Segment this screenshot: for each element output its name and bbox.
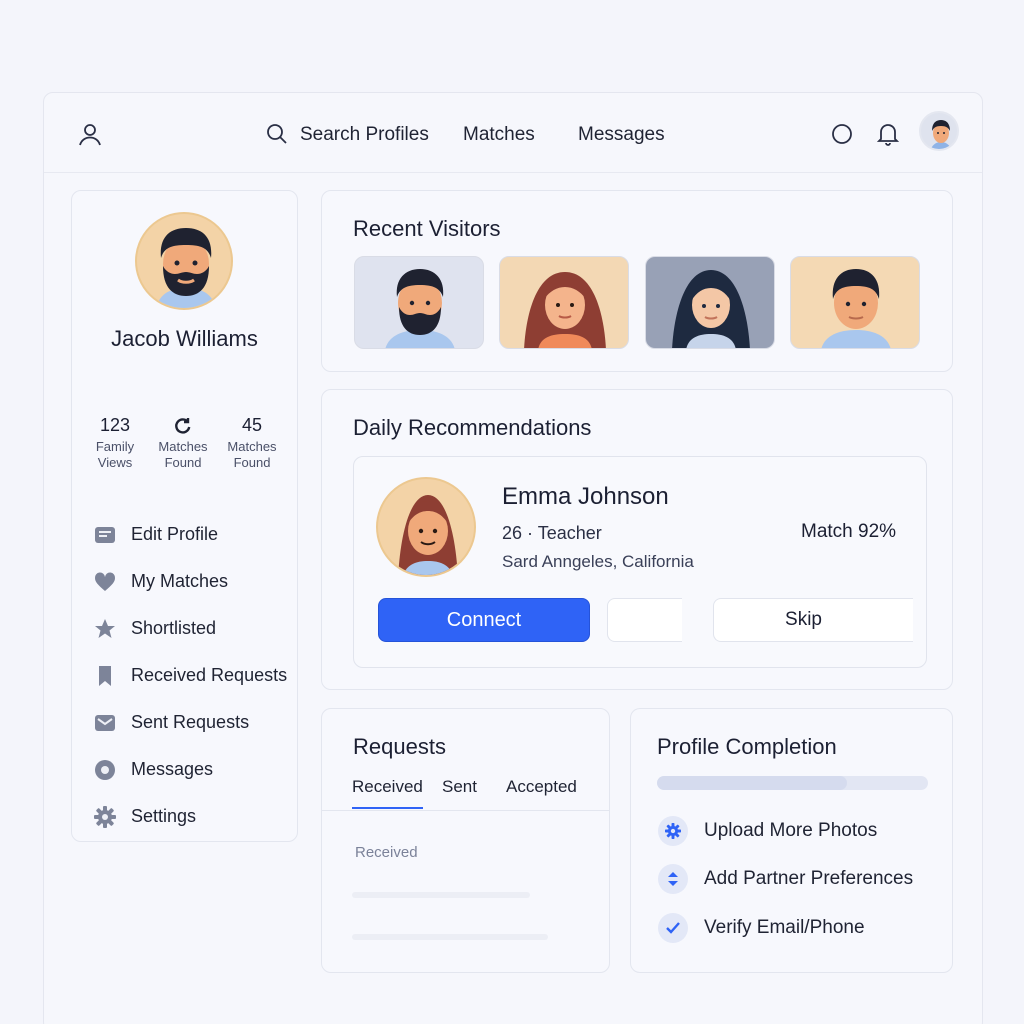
menu-item-my-matches[interactable]: My Matches [94,558,287,605]
status-circle-icon[interactable] [831,123,853,145]
visitor-thumbnail[interactable] [790,256,920,349]
tab-received[interactable]: Received [352,777,423,809]
bell-icon[interactable] [877,122,899,146]
profile-avatar[interactable] [135,212,233,310]
requests-tabs: Received Sent Accepted [322,773,609,811]
task-label: Upload More Photos [704,820,878,841]
nav-search-profiles[interactable]: Search Profiles [300,124,429,146]
stat-label: Family Views [80,439,150,471]
menu-item-label: My Matches [131,571,229,591]
loading-placeholder [352,892,530,898]
stat-value: 123 [99,415,131,435]
task-upload-photos[interactable]: Upload More Photos [658,816,877,846]
stat-label-line: Family [95,439,135,454]
profile-completion-progress [657,776,928,790]
stat-label-line: Found [233,455,271,470]
gear-icon [658,816,688,846]
task-partner-preferences[interactable]: Add Partner Preferences [658,864,913,894]
stat-value: 45 [241,415,263,435]
menu-item-shortlisted[interactable]: Shortlisted [94,605,287,652]
progress-fill [657,776,847,790]
recent-visitors-title: Recent Visitors [353,216,501,241]
stat-label-line: Matches [227,439,277,454]
recent-visitors-card: Recent Visitors [321,190,953,372]
task-verify-email-phone[interactable]: Verify Email/Phone [658,913,865,943]
profile-name: Jacob Williams [111,326,258,351]
refresh-icon[interactable] [148,415,218,437]
loading-placeholder [352,934,548,940]
star-icon [94,618,116,640]
search-icon[interactable] [266,123,288,145]
skip-button[interactable]: Skip [713,598,913,642]
stat-matches-found-refresh[interactable]: Matches Found [148,415,218,471]
bookmark-icon [94,665,116,687]
menu-item-label: Settings [131,806,197,826]
stat-label-line: Views [97,455,133,470]
top-bar: Search Profiles Matches Messages [44,93,982,173]
app-window: Search Profiles Matches Messages Jacob W… [43,92,983,1024]
stat-family-views[interactable]: 123 Family Views [80,415,150,471]
sidebar-menu: Edit Profile My Matches Shortlisted Rece… [94,511,287,840]
menu-item-received-requests[interactable]: Received Requests [94,652,287,699]
match-percentage: Match 92% [801,521,897,542]
stat-label: Matches Found [217,439,287,471]
connect-button[interactable]: Connect [378,598,590,642]
menu-item-label: Shortlisted [131,618,217,638]
requests-title: Requests [353,734,446,759]
tab-accepted[interactable]: Accepted [506,777,577,807]
stat-label: Matches Found [148,439,218,471]
profile-completion-title: Profile Completion [657,734,837,759]
daily-recommendations-title: Daily Recommendations [353,415,592,440]
stat-matches-found[interactable]: 45 Matches Found [217,415,287,471]
envelope-icon [94,714,116,732]
visitor-thumbnail[interactable] [645,256,775,349]
recommendation-avatar[interactable] [376,477,476,577]
recommendation-age-profession: 26 · Teacher [502,523,602,543]
recommendation-location: Sard Anngeles, California [502,552,694,571]
stat-label-line: Matches [158,439,208,454]
user-icon[interactable] [77,121,103,147]
menu-item-settings[interactable]: Settings [94,793,287,840]
requests-card: Requests Received Sent Accepted Received [321,708,610,973]
avatar[interactable] [919,111,959,151]
recommendation-card: Emma Johnson 26 · Teacher Sard Anngeles,… [353,456,927,668]
check-icon [658,913,688,943]
tab-sent[interactable]: Sent [442,777,477,807]
menu-item-edit-profile[interactable]: Edit Profile [94,511,287,558]
menu-item-label: Received Requests [131,665,288,685]
profile-sidebar: Jacob Williams 123 Family Views Matches … [71,190,298,842]
task-label: Add Partner Preferences [704,868,914,889]
edit-profile-icon [94,525,116,545]
recommendation-name: Emma Johnson [502,483,669,510]
task-label: Verify Email/Phone [704,917,865,938]
profile-completion-card: Profile Completion Upload More Photos Ad… [630,708,953,973]
menu-item-label: Edit Profile [131,524,219,544]
secondary-action-button[interactable] [607,598,682,642]
nav-matches[interactable]: Matches [463,124,535,146]
heart-icon [94,571,116,592]
daily-recommendations-card: Daily Recommendations Emma Johnson 26 · … [321,389,953,690]
requests-section-label: Received [355,844,418,861]
sort-icon [658,864,688,894]
nav-messages[interactable]: Messages [578,124,665,146]
message-disc-icon [94,759,116,781]
menu-item-sent-requests[interactable]: Sent Requests [94,699,287,746]
visitor-thumbnail[interactable] [354,256,484,349]
visitor-thumbnail[interactable] [499,256,629,349]
stat-label-line: Found [164,455,202,470]
menu-item-label: Messages [131,759,214,779]
menu-item-label: Sent Requests [131,712,250,732]
gear-icon [94,805,116,828]
menu-item-messages[interactable]: Messages [94,746,287,793]
